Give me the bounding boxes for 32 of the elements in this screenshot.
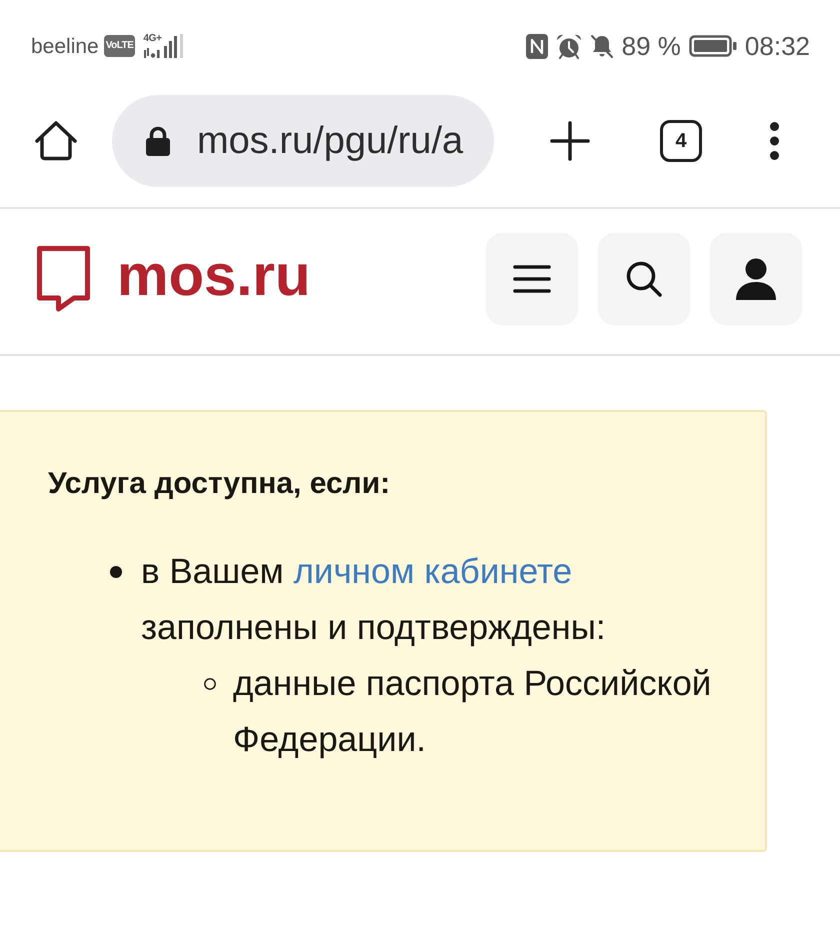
- profile-button[interactable]: [710, 233, 802, 325]
- url-text: mos.ru/pgu/ru/a: [197, 122, 464, 160]
- home-icon[interactable]: [35, 121, 77, 161]
- search-button[interactable]: [598, 233, 690, 325]
- list-item-text: данные паспорта Российской Федерации.: [233, 663, 712, 761]
- notice-title: Услуга доступна, если:: [48, 466, 392, 502]
- carrier-name: beeline: [31, 36, 99, 56]
- plus-icon[interactable]: [550, 121, 590, 161]
- menu-icon: [513, 264, 551, 294]
- circle-bullet-icon: [204, 678, 216, 690]
- user-icon: [735, 258, 777, 300]
- battery-icon: [688, 35, 737, 57]
- nfc-icon: [526, 34, 548, 58]
- volte-indicator: VoLTE: [104, 35, 136, 57]
- search-icon: [626, 261, 662, 297]
- personal-account-link[interactable]: личном кабинете: [293, 552, 572, 591]
- list-item-text: в Вашем личном кабинете заполнены и подтверждены:: [141, 551, 607, 649]
- bullet-icon: [110, 566, 122, 578]
- more-menu-icon[interactable]: [770, 122, 779, 160]
- menu-button[interactable]: [486, 233, 578, 325]
- logo-text[interactable]: mos.ru: [117, 247, 310, 305]
- network-type-label: 4G+: [143, 34, 162, 44]
- lock-icon: [146, 126, 170, 156]
- tab-switcher-button[interactable]: 4: [660, 120, 702, 162]
- clock-time: 08:32: [744, 33, 810, 59]
- bell-off-icon: [590, 34, 614, 58]
- signal-icon: [164, 34, 184, 58]
- address-bar[interactable]: mos.ru/pgu/ru/a: [112, 95, 494, 187]
- logo-icon[interactable]: [37, 246, 90, 312]
- battery-percent: 89 %: [622, 33, 681, 59]
- data-activity-icon: [143, 48, 160, 58]
- alarm-icon: [556, 34, 582, 58]
